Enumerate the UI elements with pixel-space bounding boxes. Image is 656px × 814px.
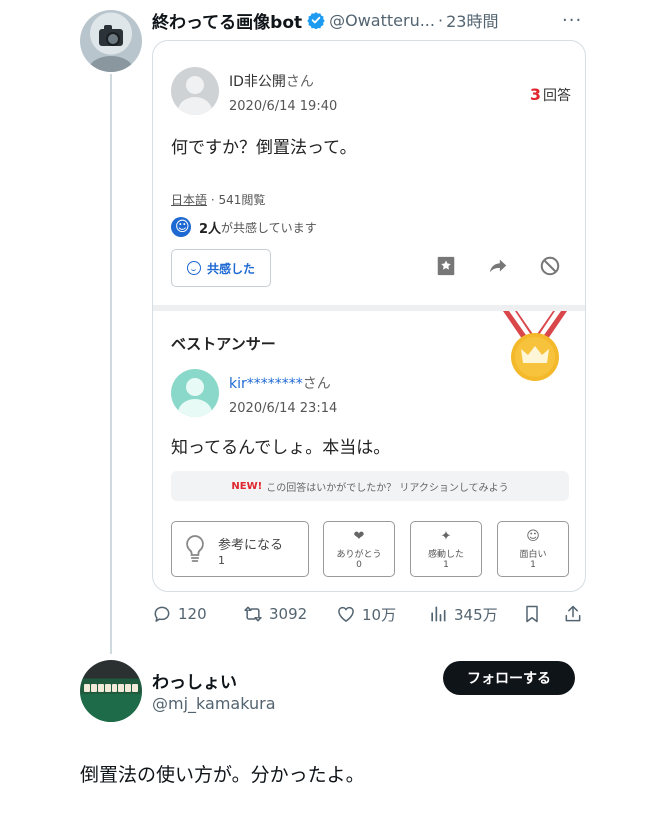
share-icon xyxy=(565,605,581,622)
author-name[interactable]: 終わってる画像bot xyxy=(152,8,302,33)
question-action-icons xyxy=(435,255,561,277)
separator-dot: · xyxy=(437,10,444,30)
tweet-header: 終わってる画像bot @Owatteru... · 23時間 xyxy=(152,8,498,33)
like-count: 10万 xyxy=(362,605,397,624)
reaction-thanks: ❤ ありがとう 0 xyxy=(323,521,395,577)
gold-medal-icon xyxy=(503,311,567,381)
answer-user-avatar xyxy=(171,369,219,417)
reaction-funny: ☺ 面白い 1 xyxy=(497,521,569,577)
more-dots-icon[interactable]: ··· xyxy=(562,10,582,31)
verified-badge-icon xyxy=(307,12,325,29)
bookmark-icon xyxy=(526,605,538,623)
answer-date: 2020/6/14 23:14 xyxy=(229,401,338,416)
camera-icon xyxy=(99,25,123,46)
heart-icon xyxy=(338,606,354,622)
tweet-time[interactable]: 23時間 xyxy=(446,8,498,32)
reply-count: 120 xyxy=(178,605,207,623)
answer-text: 知ってるんでしょ。本当は。 xyxy=(171,438,391,458)
answer-user: kir********さん xyxy=(229,376,331,392)
reaction-helpful: 参考になる 1 xyxy=(171,521,309,577)
bookmark-icon xyxy=(437,256,455,276)
question-user-avatar xyxy=(171,67,219,115)
reaction-moved: ✦ 感動した 1 xyxy=(410,521,482,577)
question-meta: 日本語 · 541閲覧 xyxy=(171,193,266,207)
question-text: 何ですか？倒置法って。 xyxy=(171,138,357,158)
reply-icon xyxy=(154,606,170,622)
empathy-icon xyxy=(171,217,191,237)
share-action[interactable] xyxy=(563,602,589,626)
answer-count: 3 回答 xyxy=(529,85,571,104)
like-action[interactable]: 10万 xyxy=(336,602,396,626)
views-action[interactable]: 345万 xyxy=(428,602,498,626)
retweet-action[interactable]: 3092 xyxy=(243,602,307,626)
view-count: 345万 xyxy=(454,605,498,624)
smile-icon: ☺ xyxy=(526,529,540,544)
empathy-button: 共感した xyxy=(171,249,271,287)
lightbulb-icon xyxy=(186,535,204,562)
reply-action[interactable]: 120 xyxy=(152,602,207,626)
reply-author-name[interactable]: わっしょい xyxy=(152,668,237,693)
thread-line xyxy=(110,74,112,654)
tweet-image[interactable]: ID非公開さん 2020/6/14 19:40 3 回答 何ですか？倒置法って。 … xyxy=(152,40,586,592)
smile-icon xyxy=(186,261,201,275)
author-handle[interactable]: @Owatteru... xyxy=(329,11,435,30)
sparkle-icon: ✦ xyxy=(440,529,452,544)
reply-author-avatar[interactable] xyxy=(80,660,142,722)
question-date: 2020/6/14 19:40 xyxy=(229,99,338,114)
reply-author-handle[interactable]: @mj_kamakura xyxy=(152,694,276,713)
heart-icon: ❤ xyxy=(353,529,365,544)
mahjong-tiles-image xyxy=(84,684,138,692)
author-avatar[interactable] xyxy=(80,10,142,72)
views-chart-icon xyxy=(431,606,446,622)
best-answer-title: ベストアンサー xyxy=(171,335,276,353)
follow-button[interactable]: フォローする xyxy=(443,661,575,695)
block-icon xyxy=(540,256,560,276)
bookmark-action[interactable] xyxy=(522,602,548,626)
language-link: 日本語 xyxy=(171,193,208,207)
retweet-icon xyxy=(244,606,262,622)
retweet-count: 3092 xyxy=(269,605,308,623)
share-arrow-icon xyxy=(489,259,507,273)
reply-text: 倒置法の使い方が。分かったよ。 xyxy=(80,764,365,786)
question-user: ID非公開さん xyxy=(229,74,314,90)
empathy-status: 2人が共感しています xyxy=(171,217,317,237)
reaction-banner: NEW! この回答はいかがでしたか？ リアクションしてみよう xyxy=(171,471,569,501)
